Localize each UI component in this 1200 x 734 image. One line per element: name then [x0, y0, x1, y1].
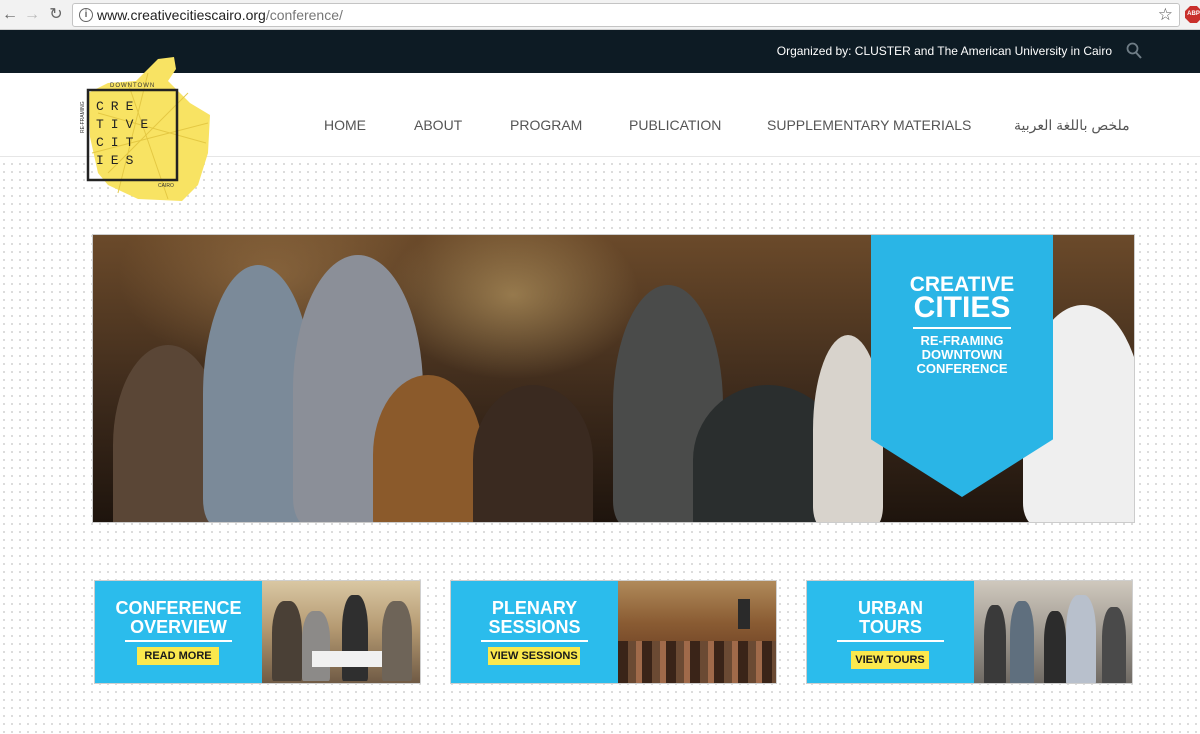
- browser-toolbar: ← → ↻ i www.creativecitiescairo.org/conf…: [0, 0, 1200, 30]
- nav-supplementary-materials[interactable]: SUPPLEMENTARY MATERIALS: [767, 117, 971, 133]
- hero-figure: [373, 375, 483, 522]
- card-title-line1: CONFERENCE: [115, 598, 242, 618]
- card-title: URBAN TOURS: [807, 599, 974, 637]
- forward-arrow-icon[interactable]: →: [22, 5, 42, 25]
- url-domain: www.creativecitiescairo.org: [97, 7, 266, 23]
- back-arrow-icon[interactable]: ←: [0, 5, 20, 25]
- card-title: PLENARY SESSIONS: [451, 599, 618, 637]
- logo-grid-row-3: CIT: [96, 135, 140, 150]
- card-photo: [262, 581, 420, 683]
- card-title: CONFERENCE OVERVIEW: [95, 599, 262, 637]
- card-title-line1: PLENARY: [491, 598, 578, 618]
- read-more-button[interactable]: READ MORE: [137, 647, 219, 665]
- nav-home[interactable]: HOME: [324, 117, 366, 133]
- view-tours-button[interactable]: VIEW TOURS: [851, 651, 929, 669]
- search-icon[interactable]: [1126, 42, 1142, 60]
- logo-grid-row-2: TIVE: [96, 117, 155, 132]
- card-title-line2: OVERVIEW: [130, 617, 227, 637]
- nav-publication[interactable]: PUBLICATION: [629, 117, 721, 133]
- card-photo: [974, 581, 1132, 683]
- bookmark-star-icon[interactable]: ☆: [1158, 5, 1173, 25]
- adblock-icon[interactable]: ABP: [1185, 6, 1200, 23]
- card-title-line2: SESSIONS: [488, 617, 581, 637]
- banner-divider: [913, 327, 1011, 329]
- address-bar[interactable]: i www.creativecitiescairo.org/conference…: [72, 3, 1180, 27]
- card-divider: [125, 640, 232, 642]
- card-text-panel: PLENARY SESSIONS VIEW SESSIONS: [451, 581, 618, 683]
- nav-program[interactable]: PROGRAM: [510, 117, 582, 133]
- card-conference-overview[interactable]: CONFERENCE OVERVIEW READ MORE: [94, 580, 421, 684]
- nav-arabic-summary[interactable]: ملخص باللغة العربية: [1014, 117, 1130, 134]
- card-photo: [618, 581, 776, 683]
- hero-image: CREATIVE CITIES RE-FRAMING DOWNTOWN CONF…: [92, 234, 1135, 523]
- banner-subtitle: RE-FRAMING DOWNTOWN CONFERENCE: [871, 334, 1053, 376]
- logo-top-text: DOWNTOWN: [110, 83, 155, 89]
- banner-conference: CONFERENCE: [916, 361, 1008, 376]
- organized-by-text: Organized by: CLUSTER and The American U…: [776, 44, 1112, 58]
- card-plenary-sessions[interactable]: PLENARY SESSIONS VIEW SESSIONS: [450, 580, 777, 684]
- reload-icon[interactable]: ↻: [46, 5, 66, 25]
- hero-figure: [473, 385, 593, 522]
- info-icon[interactable]: i: [79, 8, 93, 22]
- banner-cities: CITIES: [913, 291, 1011, 324]
- card-text-panel: URBAN TOURS VIEW TOURS: [807, 581, 974, 683]
- creative-cities-logo[interactable]: DOWNTOWN RE-FRAMING CAIRO CRE TIVE CIT I…: [78, 53, 214, 203]
- banner-reframing: RE-FRAMING: [920, 333, 1004, 348]
- card-title-line2: TOURS: [859, 617, 922, 637]
- card-title-line1: URBAN: [858, 598, 923, 618]
- card-divider: [481, 640, 588, 642]
- card-divider: [837, 640, 944, 642]
- logo-bottom-text: CAIRO: [158, 183, 174, 189]
- banner-downtown: DOWNTOWN: [921, 347, 1003, 362]
- card-text-panel: CONFERENCE OVERVIEW READ MORE: [95, 581, 262, 683]
- logo-side-text: RE-FRAMING: [80, 101, 86, 133]
- url-path: /conference/: [265, 7, 343, 23]
- card-urban-tours[interactable]: URBAN TOURS VIEW TOURS: [806, 580, 1133, 684]
- url-text[interactable]: www.creativecitiescairo.org/conference/: [97, 7, 343, 23]
- logo-grid-row-4: IES: [96, 153, 140, 168]
- view-sessions-button[interactable]: VIEW SESSIONS: [488, 647, 580, 665]
- nav-about[interactable]: ABOUT: [414, 117, 462, 133]
- logo-grid-row-1: CRE: [96, 99, 140, 114]
